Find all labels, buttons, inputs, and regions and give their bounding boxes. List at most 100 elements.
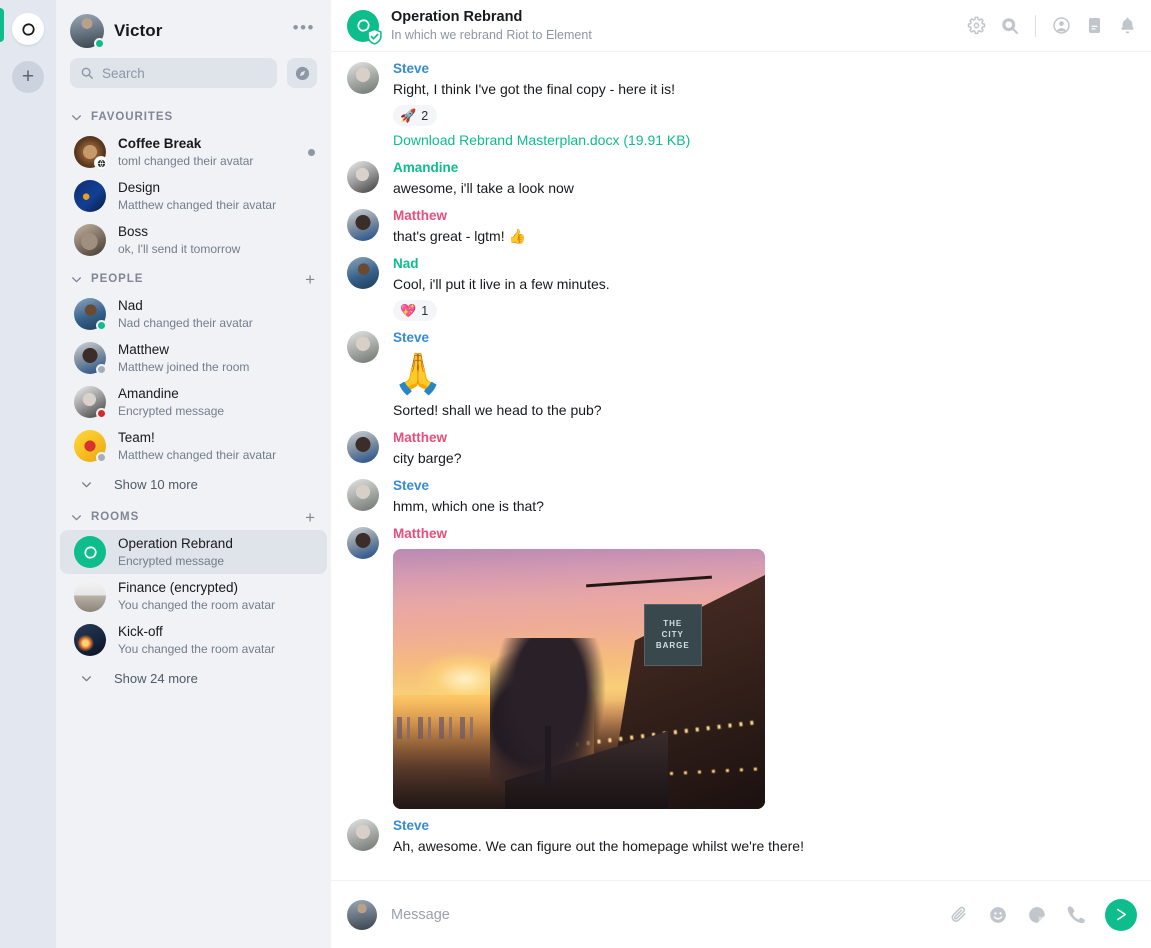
attachment-icon[interactable] <box>949 905 969 925</box>
room-list-item[interactable]: Operation Rebrand Encrypted message <box>60 530 327 574</box>
chevron-down-icon[interactable] <box>70 111 83 124</box>
sender-avatar[interactable] <box>347 62 379 94</box>
sender-avatar[interactable] <box>347 161 379 193</box>
section-title: PEOPLE <box>91 273 144 285</box>
message-timeline[interactable]: Steve Right, I think I've got the final c… <box>331 52 1151 880</box>
message-content: Steve Ah, awesome. We can figure out the … <box>393 817 1135 857</box>
message-content: Steve Right, I think I've got the final c… <box>393 60 1135 151</box>
room-item-text: Nad Nad changed their avatar <box>118 298 315 331</box>
room-item-name: Kick-off <box>118 623 163 639</box>
composer-avatar <box>347 899 377 930</box>
presence-indicator <box>96 364 107 375</box>
room-list-item[interactable]: Team! Matthew changed their avatar <box>60 424 327 468</box>
room-avatar <box>74 180 106 212</box>
app-root: + Victor ••• Search FAVOURITES Coffee Br… <box>0 0 1151 948</box>
room-avatar <box>74 430 107 463</box>
add-room-button[interactable]: + <box>305 509 317 526</box>
message-event[interactable]: Matthew city barge? <box>331 425 1151 473</box>
message-event[interactable]: Nad Cool, i'll put it live in a few minut… <box>331 251 1151 325</box>
reaction-pill[interactable]: 💖 1 <box>393 300 438 321</box>
show-more-button[interactable]: Show 24 more <box>56 662 331 694</box>
room-item-text: Boss ok, I'll send it tomorrow <box>118 224 315 257</box>
chevron-down-icon <box>70 478 102 491</box>
sender-avatar[interactable] <box>347 527 379 559</box>
reaction-pill[interactable]: 🚀 2 <box>393 105 438 126</box>
room-list-item[interactable]: Boss ok, I'll send it tomorrow <box>60 218 327 262</box>
sender-avatar[interactable] <box>347 819 379 851</box>
send-button[interactable] <box>1105 898 1137 931</box>
room-list-item[interactable]: Amandine Encrypted message <box>60 380 327 424</box>
current-user-name: Victor <box>114 21 163 40</box>
file-download-link[interactable]: Download Rebrand Masterplan.docx (19.91 … <box>393 129 1135 151</box>
sender-avatar[interactable] <box>347 209 379 241</box>
room-item-preview: Encrypted message <box>118 403 225 418</box>
room-files-icon[interactable] <box>1085 16 1104 35</box>
message-image[interactable]: THE CITY BARGE <box>393 549 765 809</box>
room-item-preview: Encrypted message <box>118 553 225 568</box>
room-list-panel: Victor ••• Search FAVOURITES Coffee Brea… <box>56 0 331 948</box>
composer-actions <box>949 898 1137 931</box>
create-space-button[interactable]: + <box>12 61 44 93</box>
explore-rooms-button[interactable] <box>287 58 317 88</box>
user-menu-header[interactable]: Victor ••• <box>56 0 331 58</box>
room-settings-icon[interactable] <box>967 16 986 35</box>
message-event[interactable]: Matthew that's great - lgtm! 👍 <box>331 203 1151 251</box>
chevron-down-icon[interactable] <box>70 511 83 524</box>
room-list-item[interactable]: Kick-off You changed the room avatar <box>60 618 327 662</box>
message-body-emoji: 🙏 <box>393 352 443 396</box>
room-item-name: Coffee Break <box>118 135 202 151</box>
room-notifications-icon[interactable] <box>1118 16 1137 35</box>
room-members-icon[interactable] <box>1052 16 1071 35</box>
sender-avatar[interactable] <box>347 257 379 289</box>
message-sender: Matthew <box>393 208 447 223</box>
sender-avatar[interactable] <box>347 431 379 463</box>
section-header[interactable]: FAVOURITES <box>56 102 331 130</box>
room-list-item[interactable]: Coffee Break toml changed their avatar <box>60 130 327 174</box>
room-list-item[interactable]: Design Matthew changed their avatar <box>60 174 327 218</box>
emoji-icon[interactable] <box>988 905 1008 925</box>
message-sender: Steve <box>393 478 430 493</box>
globe-icon <box>94 156 108 170</box>
pub-sign-line-3: BARGE <box>655 641 690 651</box>
room-item-name: Finance (encrypted) <box>118 579 239 595</box>
message-event[interactable]: Steve hmm, which one is that? <box>331 473 1151 521</box>
pub-sign-line-1: THE <box>663 619 683 629</box>
distant-skyline <box>396 716 479 739</box>
message-body: Right, I think I've got the final copy -… <box>393 81 676 97</box>
message-event[interactable]: Amandine awesome, i'll take a look now <box>331 155 1151 203</box>
room-item-name: Amandine <box>118 385 179 401</box>
voice-call-icon[interactable] <box>1066 905 1086 925</box>
message-content: Matthew that's great - lgtm! 👍 <box>393 207 1135 247</box>
sticker-icon[interactable] <box>1027 905 1047 925</box>
add-room-button[interactable]: + <box>305 271 317 288</box>
room-header-actions <box>967 14 1137 37</box>
message-event[interactable]: Steve Ah, awesome. We can figure out the … <box>331 813 1151 861</box>
room-avatar[interactable] <box>347 9 382 45</box>
show-more-button[interactable]: Show 10 more <box>56 468 331 500</box>
room-item-text: Design Matthew changed their avatar <box>118 180 315 213</box>
space-home-button[interactable] <box>12 13 44 45</box>
room-title: Operation Rebrand <box>391 9 523 25</box>
section-header[interactable]: PEOPLE + <box>56 264 331 292</box>
user-options-button[interactable]: ••• <box>293 18 317 44</box>
message-event[interactable]: Steve Right, I think I've got the final c… <box>331 56 1151 155</box>
message-body: Cool, i'll put it live in a few minutes. <box>393 276 610 292</box>
section-header[interactable]: ROOMS + <box>56 502 331 530</box>
room-list-item[interactable]: Matthew Matthew joined the room <box>60 336 327 380</box>
message-sender: Steve <box>393 818 430 833</box>
message-event[interactable]: Matthew THE CITY BARGE <box>331 521 1151 813</box>
room-list-item[interactable]: Finance (encrypted) You changed the room … <box>60 574 327 618</box>
room-item-name: Team! <box>118 429 155 445</box>
search-input[interactable]: Search <box>70 58 277 88</box>
avatar[interactable] <box>70 14 105 49</box>
room-search-icon[interactable] <box>1000 16 1019 35</box>
room-list-item[interactable]: Nad Nad changed their avatar <box>60 292 327 336</box>
sender-avatar[interactable] <box>347 331 379 363</box>
message-input[interactable]: Message <box>391 907 935 923</box>
message-sender: Matthew <box>393 430 447 445</box>
search-placeholder: Search <box>102 65 145 81</box>
sender-avatar[interactable] <box>347 479 379 511</box>
chevron-down-icon[interactable] <box>70 273 83 286</box>
room-view: Operation Rebrand In which we rebrand Ri… <box>331 0 1151 948</box>
message-event[interactable]: Steve 🙏 Sorted! shall we head to the pub? <box>331 325 1151 425</box>
